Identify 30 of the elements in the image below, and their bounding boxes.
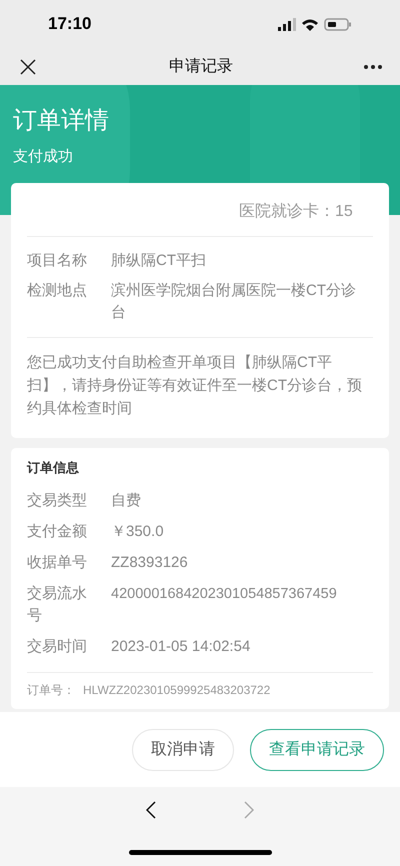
wifi-icon — [302, 18, 318, 30]
field-label: 检测地点 — [27, 281, 88, 301]
order-number: HLWZZ2023010599925483203722 — [83, 682, 270, 698]
field-value: 滨州医学院烟台附属医院一楼CT分诊台 — [111, 281, 357, 323]
signal-icon — [278, 18, 296, 30]
field-label: 交易流水号 — [27, 584, 88, 626]
field-value: 自费 — [111, 490, 141, 510]
status-time: 17:10 — [48, 13, 92, 36]
field-value: 2023-01-05 14:02:54 — [111, 636, 250, 656]
field-label: 项目名称 — [27, 251, 88, 271]
field-label: 交易时间 — [27, 636, 88, 656]
more-icon[interactable] — [364, 64, 382, 68]
battery-icon — [324, 18, 352, 30]
hospital-card-label: 医院就诊卡： — [239, 202, 335, 222]
close-button[interactable] — [18, 56, 38, 76]
field-value: ￥350.0 — [111, 522, 164, 542]
field-label: 收据单号 — [27, 552, 88, 572]
field-label: 支付金额 — [27, 522, 88, 542]
cancel-button[interactable]: 取消申请 — [132, 728, 234, 770]
field-value: 4200001684202301054857367459 — [111, 584, 337, 604]
field-label: 交易类型 — [27, 490, 88, 510]
hospital-card-number: 15 — [335, 202, 354, 222]
header-subtitle: 支付成功 — [13, 147, 74, 167]
header-title: 订单详情 — [13, 106, 110, 136]
field-value: ZZ8393126 — [111, 552, 188, 572]
page-title: 申请记录 — [169, 56, 233, 76]
notice-text: 您已成功支付自助检查开单项目【肺纵隔CT平扫】，请持身份证等有效证件至一楼CT分诊台，预约具体检查时间 — [27, 353, 363, 419]
order-number-label: 订单号： — [27, 682, 75, 698]
section-title: 订单信息 — [27, 459, 80, 477]
field-value: 肺纵隔CT平扫 — [111, 251, 206, 271]
